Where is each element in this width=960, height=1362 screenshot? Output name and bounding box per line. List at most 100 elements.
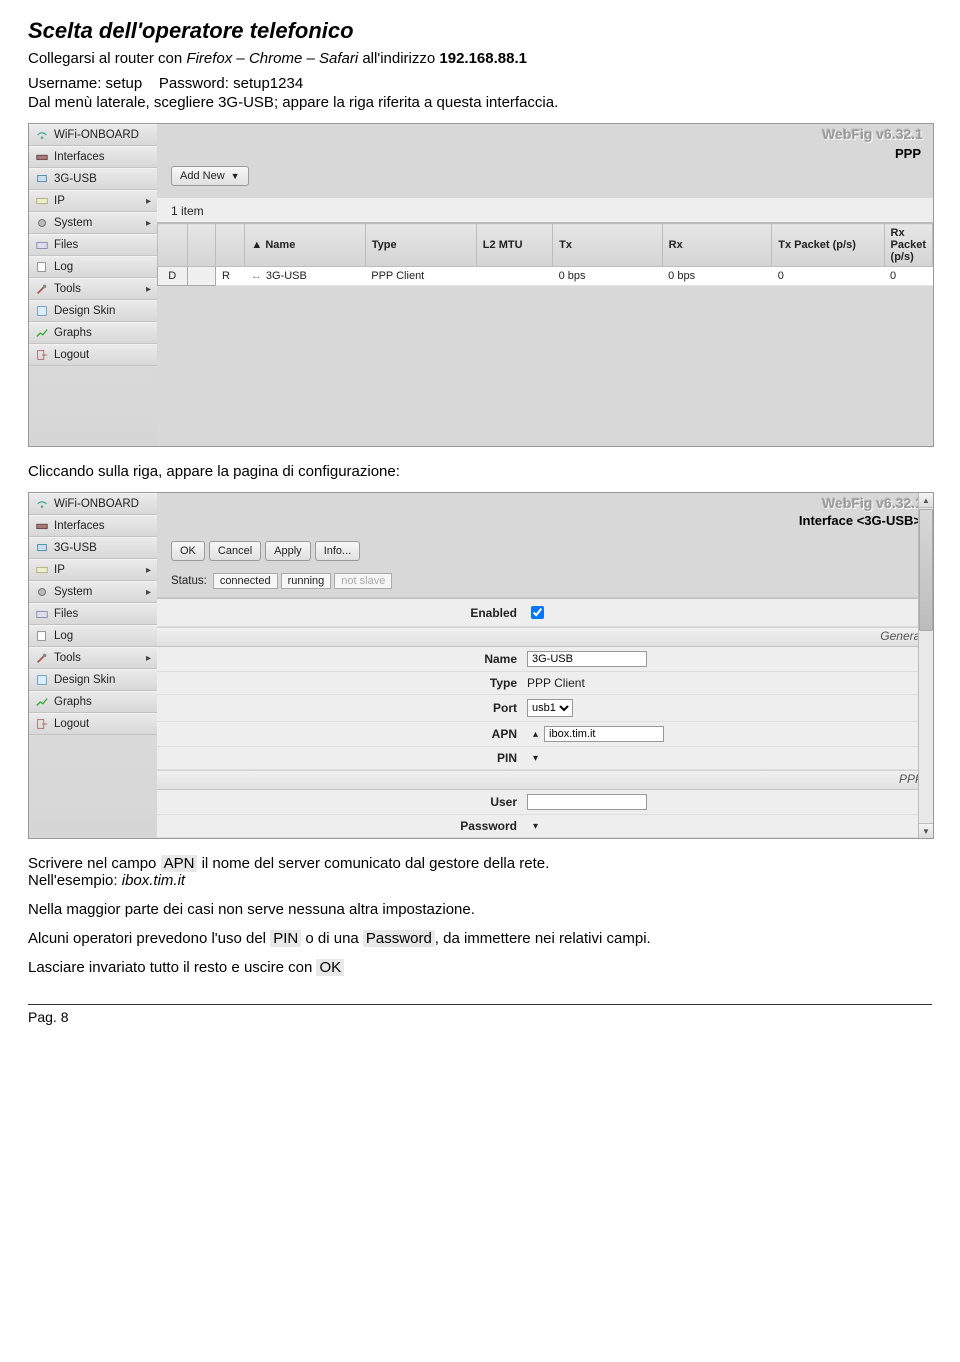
col-l2mtu[interactable]: L2 MTU	[476, 224, 552, 267]
sidebar-item-system[interactable]: System▸	[29, 212, 157, 234]
sidebar-item-files[interactable]: Files	[29, 603, 157, 625]
creds-pass-val: setup1234	[233, 75, 303, 92]
description-line: Dal menù laterale, scegliere 3G-USB; app…	[28, 94, 932, 111]
sidebar-item-label: Logout	[54, 718, 89, 730]
apn-input[interactable]	[544, 726, 664, 742]
cell-type: PPP Client	[365, 267, 476, 286]
triangle-up-icon[interactable]: ▴	[533, 729, 538, 740]
interfaces-icon	[34, 150, 49, 165]
name-input[interactable]	[527, 651, 647, 667]
apply-button-label: Apply	[274, 545, 302, 557]
user-input[interactable]	[527, 794, 647, 810]
sidebar-item-label: IP	[54, 195, 65, 207]
sidebar-item-graphs[interactable]: Graphs	[29, 691, 157, 713]
credentials-line: Username: setup Password: setup1234	[28, 75, 932, 92]
sidebar-item-log[interactable]: Log	[29, 625, 157, 647]
chevron-right-icon: ▸	[146, 587, 151, 598]
triangle-down-icon[interactable]: ▾	[533, 753, 538, 764]
page-footer: Pag. 8	[28, 1004, 932, 1025]
sidebar-item-interfaces[interactable]: Interfaces	[29, 515, 157, 537]
row-btn-d[interactable]: D	[158, 267, 188, 286]
sidebar-item-graphs[interactable]: Graphs	[29, 322, 157, 344]
note-pin-pre: Alcuni operatori prevedono l'uso del	[28, 930, 270, 947]
col-tx-packet[interactable]: Tx Packet (p/s)	[772, 224, 884, 267]
sidebar-item-label: IP	[54, 564, 65, 576]
caret-down-icon: ▼	[231, 171, 240, 181]
chevron-right-icon: ▸	[146, 653, 151, 664]
sidebar-item-log[interactable]: Log	[29, 256, 157, 278]
sidebar-item-system[interactable]: System▸	[29, 581, 157, 603]
gear-icon	[34, 585, 49, 600]
ok-hl: OK	[316, 959, 344, 976]
pin-label: PIN	[157, 751, 527, 765]
sidebar-item-logout[interactable]: Logout	[29, 713, 157, 735]
sidebar-item-wifi-onboard[interactable]: WiFi-ONBOARD	[29, 124, 157, 146]
sidebar-item-design-skin[interactable]: Design Skin	[29, 300, 157, 322]
status-connected: connected	[213, 573, 278, 589]
page-title: Scelta dell'operatore telefonico	[28, 18, 932, 44]
apn-label: APN	[157, 727, 527, 741]
sidebar-item-3g-usb[interactable]: 3G-USB	[29, 537, 157, 559]
chart-icon	[34, 326, 49, 341]
port-select[interactable]: usb1	[527, 699, 573, 717]
status-row: Status: connected running not slave	[171, 573, 933, 589]
sidebar-item-tools[interactable]: Tools▸	[29, 278, 157, 300]
table-header-row: ▲ Name Type L2 MTU Tx Rx Tx Packet (p/s)…	[158, 224, 933, 267]
col-type[interactable]: Type	[365, 224, 476, 267]
sidebar-item-ip[interactable]: IP▸	[29, 559, 157, 581]
sidebar-item-label: WiFi-ONBOARD	[54, 129, 139, 141]
scrollbar-thumb[interactable]	[919, 509, 933, 631]
col-flag1[interactable]	[158, 224, 188, 267]
sidebar-item-3g-usb[interactable]: 3G-USB	[29, 168, 157, 190]
apply-button[interactable]: Apply	[265, 541, 311, 561]
col-tx[interactable]: Tx	[553, 224, 663, 267]
col-rx-packet[interactable]: Rx Packet (p/s)	[884, 224, 932, 267]
password-label: Password	[157, 819, 527, 833]
sidebar-item-label: WiFi-ONBOARD	[54, 498, 139, 510]
sidebar-item-tools[interactable]: Tools▸	[29, 647, 157, 669]
sidebar-item-label: Tools	[54, 283, 81, 295]
col-flag2[interactable]	[187, 224, 215, 267]
scroll-down-icon[interactable]: ▼	[919, 823, 933, 838]
sidebar-item-wifi-onboard[interactable]: WiFi-ONBOARD	[29, 493, 157, 515]
sidebar-item-interfaces[interactable]: Interfaces	[29, 146, 157, 168]
apn-note: Scrivere nel campo APN il nome del serve…	[28, 855, 932, 889]
sidebar-item-design-skin[interactable]: Design Skin	[29, 669, 157, 691]
name-label: Name	[157, 652, 527, 666]
sidebar-item-label: Design Skin	[54, 674, 115, 686]
cancel-button-label: Cancel	[218, 545, 252, 557]
sidebar-item-ip[interactable]: IP ▸	[29, 190, 157, 212]
col-rx[interactable]: Rx	[662, 224, 772, 267]
row-btn-blank[interactable]	[187, 267, 215, 286]
add-new-button[interactable]: Add New▼	[171, 166, 249, 186]
sidebar-item-files[interactable]: Files	[29, 234, 157, 256]
chevron-right-icon: ▸	[146, 196, 151, 207]
cancel-button[interactable]: Cancel	[209, 541, 261, 561]
page-label-interface: Interface <3G-USB>	[799, 513, 921, 528]
status-running: running	[281, 573, 332, 589]
chart-icon	[34, 695, 49, 710]
triangle-down-icon[interactable]: ▾	[533, 821, 538, 832]
main-panel: WebFig v6.32.1 Interface <3G-USB> OK Can…	[157, 493, 933, 838]
type-value: PPP Client	[527, 676, 585, 690]
enabled-checkbox[interactable]	[531, 606, 544, 619]
scroll-up-icon[interactable]: ▲	[919, 493, 933, 508]
table-row[interactable]: D R ↔3G-USB PPP Client 0 bps 0 bps 0 0	[158, 267, 933, 286]
info-button-label: Info...	[324, 545, 352, 557]
sidebar-item-logout[interactable]: Logout	[29, 344, 157, 366]
col-name[interactable]: ▲ Name	[245, 224, 365, 267]
info-button[interactable]: Info...	[315, 541, 361, 561]
folder-icon	[34, 607, 49, 622]
col-flag3[interactable]	[215, 224, 244, 267]
vertical-scrollbar[interactable]: ▲ ▼	[918, 493, 933, 838]
cell-l2mtu	[476, 267, 552, 286]
note-ok-pre: Lasciare invariato tutto il resto e usci…	[28, 959, 316, 976]
design-icon	[34, 304, 49, 319]
screenshot-ppp-list: WiFi-ONBOARD Interfaces 3G-USB IP ▸ Syste…	[28, 123, 934, 447]
sidebar-item-label: Log	[54, 261, 73, 273]
sidebar-item-label: Interfaces	[54, 520, 105, 532]
ok-button[interactable]: OK	[171, 541, 205, 561]
chevron-right-icon: ▸	[146, 218, 151, 229]
example-val: ibox.tim.it	[122, 872, 185, 889]
gear-icon	[34, 216, 49, 231]
